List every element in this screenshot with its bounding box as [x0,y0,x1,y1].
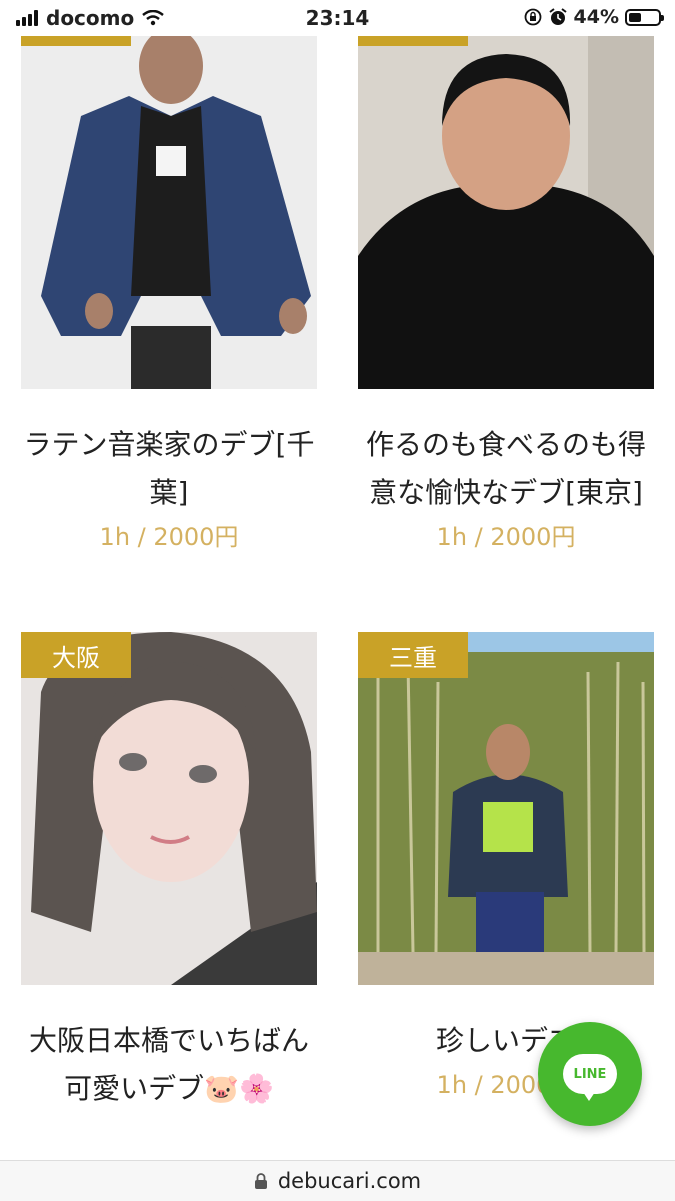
status-right: 44% [524,6,664,28]
person-photo-image [358,36,654,389]
listing-price: 1h / 2000円 [436,523,576,551]
listing-title[interactable]: ラテン音楽家のデブ[千葉] [21,421,317,517]
listing-photo[interactable] [358,36,654,389]
alarm-icon [548,8,567,25]
status-bar: docomo 23:14 44% [0,0,675,36]
line-label: LINE [573,1066,607,1082]
browser-url-bar[interactable]: debucari.com [0,1160,675,1201]
listing-card[interactable]: 大阪 大阪日本橋でいちばん可愛いデブ🐷🌸 [21,632,317,1113]
battery-fill [629,12,641,22]
battery-icon [625,8,664,26]
listing-photo[interactable] [21,36,317,389]
person-photo-image [358,632,654,985]
listing-price: 1h / 2000円 [99,523,239,551]
person-photo-image [21,632,317,985]
listing-photo[interactable]: 大阪 [21,632,317,985]
region-tag [358,36,468,46]
listing-title[interactable]: 作るのも食べるのも得意な愉快なデブ[東京] [358,421,654,517]
listing-title[interactable]: 大阪日本橋でいちばん可愛いデブ🐷🌸 [21,1017,317,1113]
listing-photo[interactable]: 三重 [358,632,654,985]
person-photo-image [21,36,317,389]
url-domain: debucari.com [277,1169,422,1193]
lock-icon [254,1173,267,1189]
listing-card[interactable]: 作るのも食べるのも得意な愉快なデブ[東京] 1h / 2000円 [358,36,654,557]
region-tag: 三重 [358,632,468,678]
listing-card[interactable]: ラテン音楽家のデブ[千葉] 1h / 2000円 [21,36,317,557]
line-icon: LINE [563,1054,617,1101]
line-chat-button[interactable]: LINE [538,1022,642,1126]
orientation-lock-icon [524,8,541,26]
battery-percent: 44% [573,6,619,28]
region-tag [21,36,131,46]
region-tag: 大阪 [21,632,131,678]
